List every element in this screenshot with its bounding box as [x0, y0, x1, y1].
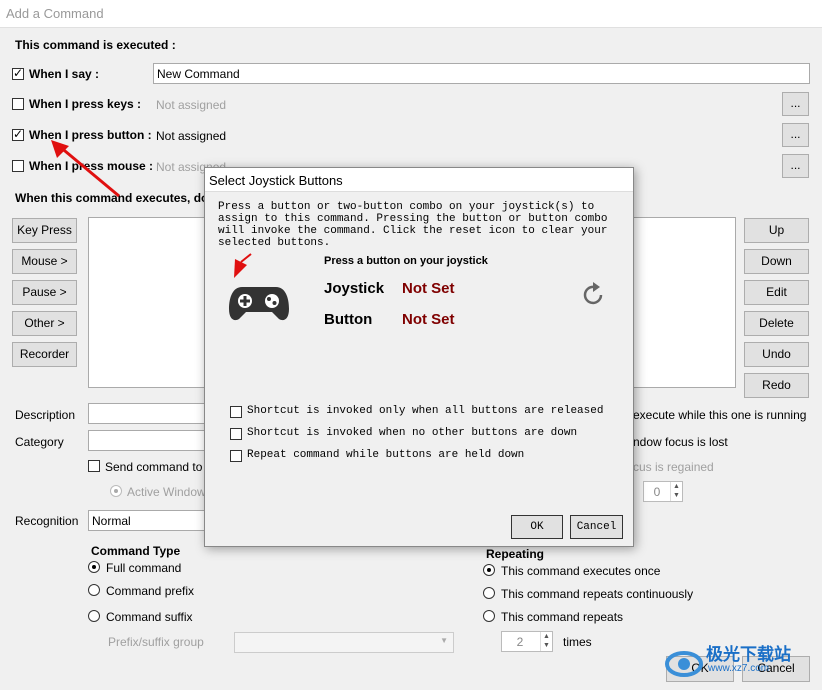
reset-icon[interactable] [582, 280, 606, 306]
dialog-cancel-button[interactable]: Cancel [570, 515, 623, 539]
chevron-down-icon: ▼ [440, 636, 448, 645]
when-i-press-keys-checkbox[interactable] [12, 98, 24, 110]
repeat-times-stepper[interactable]: 2 ▲ ▼ [501, 631, 553, 652]
pause-button[interactable]: Pause > [12, 280, 77, 305]
option-no-other-checkbox[interactable] [230, 428, 242, 440]
command-prefix-radio[interactable] [88, 584, 100, 596]
executed-header: This command is executed : [15, 38, 176, 52]
dialog-title-bar: Select Joystick Buttons [205, 168, 633, 192]
stepper-arrows-icon[interactable]: ▲ ▼ [670, 482, 682, 501]
when-i-press-keys-label: When I press keys : [29, 97, 142, 111]
key-press-button[interactable]: Key Press [12, 218, 77, 243]
red-arrow-small-annotation [234, 253, 252, 278]
category-label: Category [15, 435, 64, 449]
other-button[interactable]: Other > [12, 311, 77, 336]
watermark-text: 极光下载站 [706, 645, 791, 664]
option-released-checkbox[interactable] [230, 406, 242, 418]
up-button[interactable]: Up [744, 218, 809, 243]
stepper-arrows-icon[interactable]: ▲ ▼ [540, 632, 552, 651]
active-window-radio[interactable] [110, 485, 122, 497]
redo-button[interactable]: Redo [744, 373, 809, 398]
window-title-bar: Add a Command [0, 0, 822, 28]
times-label: times [563, 635, 592, 649]
watermark: 极光下载站 www.xz7.com [664, 638, 814, 684]
executes-once-radio[interactable] [483, 564, 495, 576]
focus-delay-stepper[interactable]: 0 ▲ ▼ [643, 481, 683, 502]
mouse-browse-button[interactable]: ... [782, 154, 809, 178]
dialog-instructions: Press a button or two-button combo on yo… [218, 201, 608, 249]
mouse-button[interactable]: Mouse > [12, 249, 77, 274]
when-i-press-mouse-checkbox[interactable] [12, 160, 24, 172]
option-repeat-checkbox[interactable] [230, 450, 242, 462]
watermark-url: www.xz7.com [708, 663, 770, 674]
executes-once-label: This command executes once [501, 564, 661, 578]
gamepad-icon [229, 287, 289, 321]
option-repeat-label: Repeat command while buttons are held do… [247, 449, 525, 461]
joystick-prompt: Press a button on your joystick [324, 255, 488, 267]
undo-button[interactable]: Undo [744, 342, 809, 367]
window-title: Add a Command [6, 6, 104, 21]
joystick-value: Not Set [402, 280, 455, 297]
window-focus-lost-label: ndow focus is lost [633, 435, 728, 449]
button-value: Not assigned [156, 129, 227, 143]
repeats-continuously-label: This command repeats continuously [501, 587, 694, 601]
active-window-label: Active Window [127, 485, 206, 499]
watermark-logo-icon [665, 651, 703, 677]
command-type-header: Command Type [91, 544, 181, 558]
execute-while-label: execute while this one is running [633, 408, 807, 422]
recognition-label: Recognition [15, 514, 79, 528]
option-no-other-label: Shortcut is invoked when no other button… [247, 427, 578, 439]
dialog-title: Select Joystick Buttons [209, 173, 343, 188]
button-browse-button[interactable]: ... [782, 123, 809, 147]
when-i-say-label: When I say : [29, 67, 100, 81]
prefix-group-label: Prefix/suffix group [108, 635, 204, 649]
command-suffix-radio[interactable] [88, 610, 100, 622]
when-i-say-input[interactable]: New Command [153, 63, 810, 84]
send-command-checkbox[interactable] [88, 460, 100, 472]
when-i-say-checkbox[interactable] [12, 66, 24, 80]
when-i-press-button-checkbox[interactable] [12, 127, 24, 141]
option-released-label: Shortcut is invoked only when all button… [247, 405, 604, 417]
repeating-header: Repeating [486, 547, 545, 561]
repeats-times-radio[interactable] [483, 610, 495, 622]
keys-value: Not assigned [156, 98, 227, 112]
button-value: Not Set [402, 311, 455, 328]
focus-delay-value: 0 [653, 485, 661, 499]
edit-button[interactable]: Edit [744, 280, 809, 305]
down-button[interactable]: Down [744, 249, 809, 274]
repeats-continuously-radio[interactable] [483, 587, 495, 599]
description-input[interactable] [88, 403, 208, 424]
description-label: Description [15, 408, 76, 422]
focus-regained-label: cus is regained [633, 460, 714, 474]
full-command-label: Full command [106, 561, 182, 575]
recognition-select[interactable]: Normal [88, 510, 208, 531]
delete-button[interactable]: Delete [744, 311, 809, 336]
keys-browse-button[interactable]: ... [782, 92, 809, 116]
command-suffix-label: Command suffix [106, 610, 193, 624]
command-prefix-label: Command prefix [106, 584, 195, 598]
category-input[interactable] [88, 430, 208, 451]
joystick-label: Joystick [324, 280, 385, 297]
joystick-dialog: Select Joystick Buttons Press a button o… [204, 167, 634, 547]
repeat-times-value: 2 [516, 635, 524, 649]
dialog-ok-button[interactable]: OK [511, 515, 563, 539]
red-arrow-annotation [51, 140, 120, 198]
recorder-button[interactable]: Recorder [12, 342, 77, 367]
send-command-label: Send command to t [105, 460, 210, 474]
button-label: Button [324, 311, 373, 328]
prefix-group-select[interactable]: ▼ [234, 632, 454, 653]
repeats-times-label: This command repeats [501, 610, 624, 624]
full-command-radio[interactable] [88, 561, 100, 573]
